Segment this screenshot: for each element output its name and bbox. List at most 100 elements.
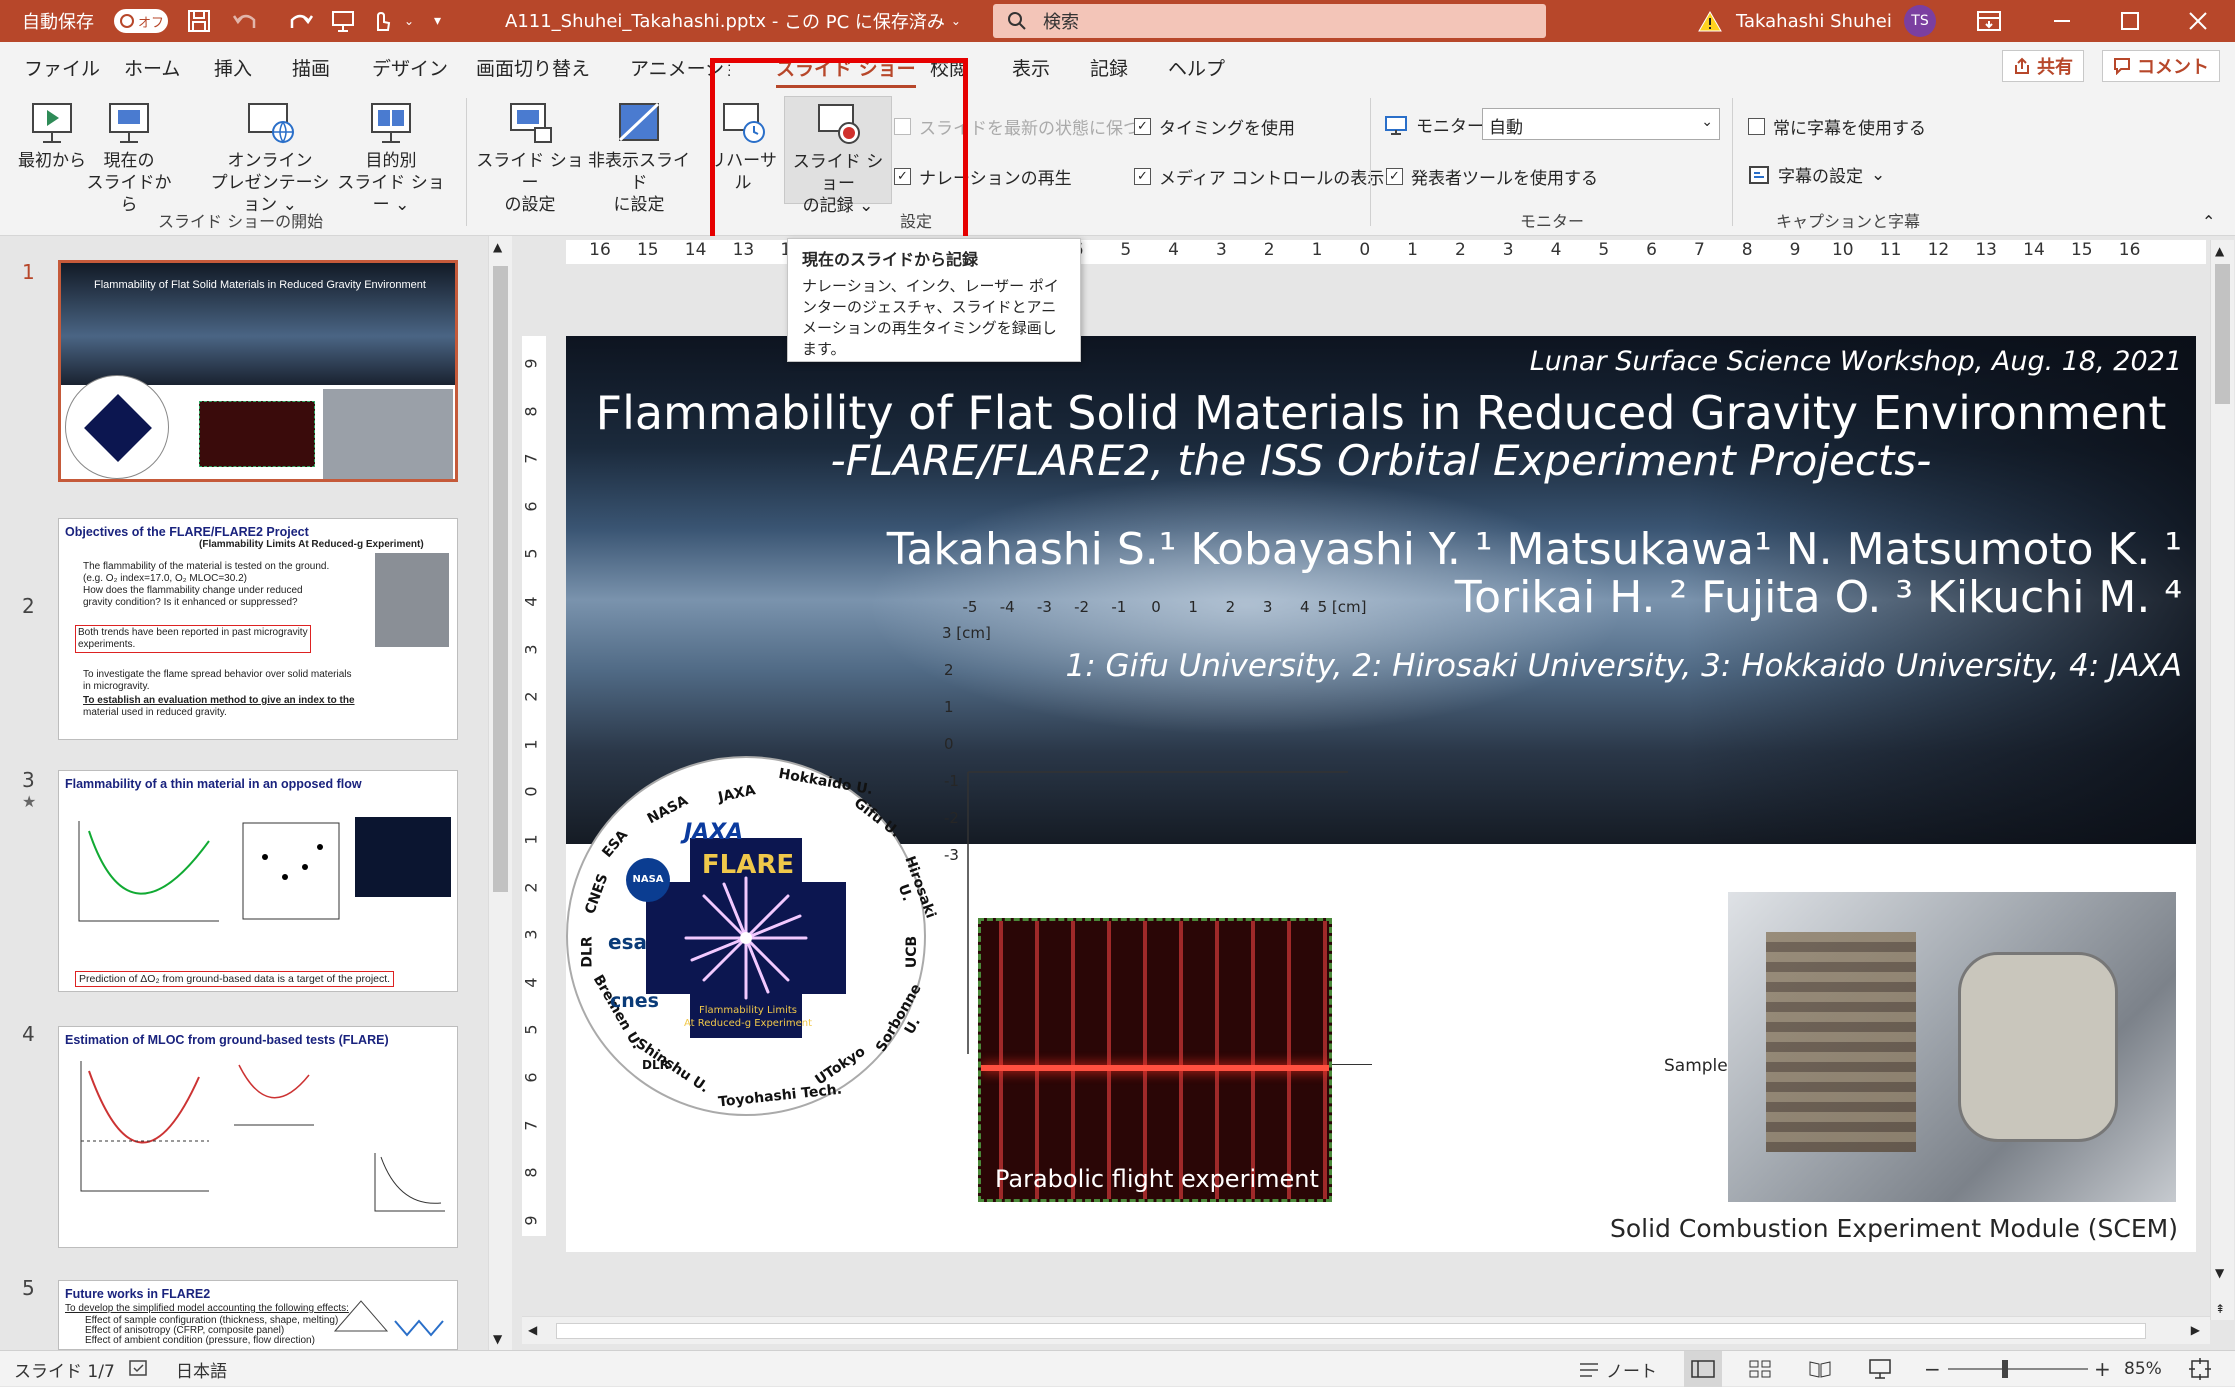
ruler-tick-label: 15 — [636, 240, 659, 260]
axis-x-tick-label: 1 — [1188, 598, 1198, 616]
tab-design[interactable]: デザイン — [372, 54, 448, 81]
tab-transitions[interactable]: 画面切り替え — [476, 54, 590, 81]
zoom-in-icon[interactable]: + — [2094, 1351, 2111, 1387]
ring-label: Toyohashi Tech. — [717, 1081, 843, 1111]
thumb-subtitle: (Flammability Limits At Reduced-g Experi… — [199, 539, 424, 550]
thumb-title: Flammability of Flat Solid Materials in … — [94, 279, 426, 291]
editor-horizontal-scrollbar[interactable]: ◀ ▶ — [522, 1316, 2210, 1344]
zoom-slider[interactable] — [1948, 1360, 2088, 1378]
slideshow-view-icon[interactable] — [1868, 1351, 1892, 1387]
comment-button[interactable]: コメント — [2102, 50, 2220, 82]
axis-x-tick-label: -2 — [1074, 598, 1090, 616]
monitor-select[interactable]: 自動 ⌄ — [1482, 108, 1720, 140]
tab-file[interactable]: ファイル — [24, 54, 100, 81]
scrollbar-thumb[interactable] — [2215, 264, 2230, 404]
previous-slide-icon[interactable]: ⇞ — [2215, 1303, 2225, 1315]
scrollbar-thumb[interactable] — [556, 1323, 2146, 1339]
scroll-right-icon[interactable]: ▶ — [2191, 1323, 2200, 1337]
save-icon[interactable] — [186, 0, 212, 42]
media-controls-checkbox[interactable]: ✓ メディア コントロールの表示 — [1134, 164, 1384, 189]
thumb-line: Effect of ambient condition (pressure, f… — [85, 1335, 315, 1346]
monitor-label: モニター: — [1384, 112, 1490, 137]
online-presentation-button[interactable]: オンライン プレゼンテーション ⌄ — [210, 100, 330, 216]
accessibility-icon[interactable] — [128, 1351, 150, 1387]
hide-slide-button[interactable]: 非表示スライド に設定 — [580, 100, 698, 216]
subtitle-settings-button[interactable]: 字幕の設定 ⌄ — [1748, 162, 1885, 187]
presenter-view-checkbox[interactable]: ✓ 発表者ツールを使用する — [1386, 164, 1598, 189]
slide-canvas[interactable]: Lunar Surface Science Workshop, Aug. 18,… — [566, 336, 2196, 1252]
undo-icon[interactable] — [230, 0, 260, 42]
zoom-out-icon[interactable]: − — [1924, 1351, 1941, 1387]
thumbnail-slide-1[interactable]: Flammability of Flat Solid Materials in … — [58, 260, 458, 482]
slide-number-1: 1 — [22, 260, 35, 284]
slide-thumbnail-pane: 1 Flammability of Flat Solid Materials i… — [0, 236, 514, 1350]
online-presentation-label-1: オンライン — [227, 151, 313, 171]
search-box[interactable]: 検索 — [993, 4, 1546, 38]
share-icon — [2015, 57, 2029, 74]
autosave-toggle[interactable]: オフ — [114, 9, 168, 33]
thumb-line: To investigate the flame spread behavior… — [83, 669, 352, 680]
tab-insert[interactable]: 挿入 — [214, 54, 252, 81]
share-button[interactable]: 共有 — [2002, 50, 2084, 82]
zoom-level[interactable]: 85% — [2124, 1351, 2162, 1387]
axis-x-tick-label: -5 — [962, 598, 978, 616]
thumb-line: in microgravity. — [83, 681, 150, 692]
caption-group-label: キャプションと字幕 — [1776, 212, 1921, 231]
slide-sorter-icon[interactable] — [1748, 1351, 1772, 1387]
thumbnail-slide-4[interactable]: Estimation of MLOC from ground-based tes… — [58, 1026, 458, 1248]
use-timings-checkbox[interactable]: ✓ タイミングを使用 — [1134, 114, 1295, 139]
from-current-button[interactable]: 現在の スライドから — [86, 100, 172, 216]
thumb-line-boxed: Both trends have been reported in past m… — [75, 625, 311, 653]
use-timings-label: タイミングを使用 — [1159, 119, 1295, 139]
close-icon[interactable] — [2188, 0, 2208, 42]
language-label[interactable]: 日本語 — [176, 1351, 227, 1387]
scroll-down-icon[interactable]: ▼ — [493, 1332, 502, 1346]
editor-vertical-scrollbar[interactable]: ▲ ▼ ⇞ — [2210, 240, 2234, 1320]
tab-help[interactable]: ヘルプ — [1168, 54, 1225, 81]
redo-icon[interactable] — [286, 0, 316, 42]
tab-home[interactable]: ホーム — [124, 54, 180, 81]
minimize-icon[interactable] — [2052, 0, 2072, 42]
thumb-line: gravity condition? Is it enhanced or sup… — [83, 597, 298, 608]
touch-mode-icon[interactable] — [368, 0, 394, 42]
normal-view-icon[interactable] — [1684, 1351, 1722, 1387]
tab-view[interactable]: 表示 — [1012, 54, 1050, 81]
zoom-slider-thumb[interactable] — [2002, 1360, 2008, 1378]
always-subtitles-checkbox[interactable]: 常に字幕を使用する — [1748, 114, 1926, 139]
custom-slideshow-button[interactable]: 目的別 スライド ショー ⌄ — [332, 100, 450, 216]
thumbnail-slide-2[interactable]: Objectives of the FLARE/FLARE2 Project (… — [58, 518, 458, 740]
tab-draw[interactable]: 描画 — [292, 54, 330, 81]
present-from-start-icon[interactable] — [330, 0, 356, 42]
thumbnail-slide-5[interactable]: Future works in FLARE2 To develop the si… — [58, 1280, 458, 1350]
touch-mode-dropdown-icon[interactable]: ⌄ — [404, 0, 414, 42]
maximize-icon[interactable] — [2120, 0, 2140, 42]
scroll-up-icon[interactable]: ▲ — [2215, 244, 2224, 258]
ruler-tick-label: 7 — [521, 1120, 541, 1131]
slide-title: Flammability of Flat Solid Materials in … — [595, 386, 2167, 440]
scem-electronics — [1766, 932, 1916, 1152]
save-state-dropdown-icon[interactable]: ⌄ — [951, 14, 961, 28]
scroll-left-icon[interactable]: ◀ — [528, 1323, 537, 1337]
fit-to-window-icon[interactable] — [2188, 1351, 2212, 1387]
collapse-ribbon-icon[interactable]: ⌃ — [2202, 212, 2215, 231]
warning-icon[interactable] — [1698, 0, 1722, 42]
thumbnail-slide-3[interactable]: Flammability of a thin material in an op… — [58, 770, 458, 992]
ruler-tick-label: 0 — [1359, 240, 1371, 260]
scrollbar-thumb[interactable] — [493, 266, 508, 892]
thumbnail-scrollbar[interactable]: ▲ ▼ — [488, 236, 512, 1350]
thumb-chart-3 — [374, 1153, 445, 1212]
avatar[interactable]: TS — [1904, 5, 1936, 37]
user-name[interactable]: Takahashi Shuhei — [1736, 0, 1892, 42]
notes-button[interactable]: ノート — [1578, 1351, 1657, 1387]
customize-toolbar-icon[interactable]: ▾ — [434, 0, 441, 42]
ruler-tick-label: 0 — [521, 786, 541, 797]
tab-record[interactable]: 記録 — [1090, 54, 1128, 81]
ribbon-display-options-icon[interactable] — [1976, 0, 2002, 42]
ruler-tick-label: 2 — [521, 882, 541, 893]
from-start-button[interactable]: 最初から — [14, 100, 90, 172]
reading-view-icon[interactable] — [1808, 1351, 1832, 1387]
setup-slideshow-button[interactable]: スライド ショー の設定 — [476, 100, 584, 216]
scroll-up-icon[interactable]: ▲ — [493, 240, 502, 254]
setup-slideshow-label-1: スライド ショー — [476, 151, 584, 193]
scroll-down-icon[interactable]: ▼ — [2215, 1266, 2224, 1280]
